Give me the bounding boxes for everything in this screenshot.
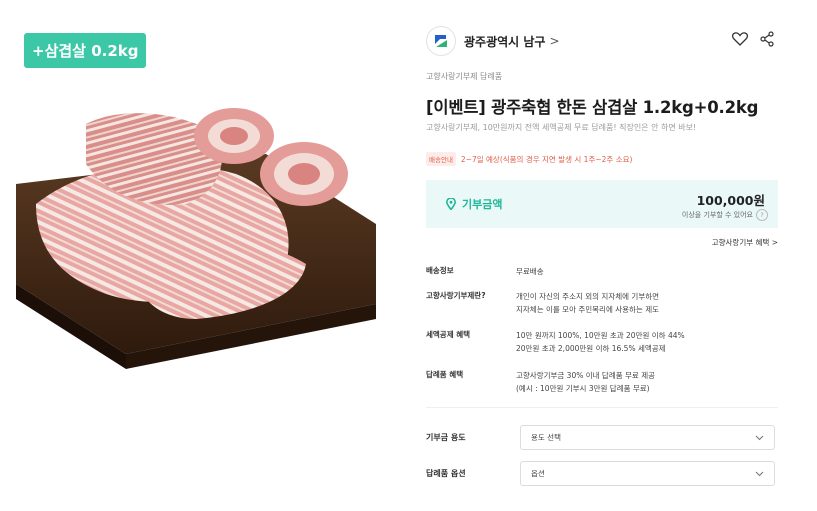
chevron-down-icon [755,471,764,476]
select-row-option: 답례품 옵션 옵션 [426,461,775,486]
info-row-definition: 고향사랑기부제란? 개인이 자신의 주소지 외의 지자체에 기부하면 지자체는 … [426,290,659,316]
info-value-line: 무료배송 [516,267,544,276]
nam-gu-logo-icon [435,35,447,47]
info-value-line: (예시 : 10만원 기부시 3만원 답례품 무료) [516,384,650,393]
info-label: 답례품 혜택 [426,370,464,379]
product-title: [이벤트] 광주축협 한돈 삼겹살 1.2kg+0.2kg [426,98,759,117]
shipping-note: 배송안내 2~7일 예상(식품의 경우 지연 발생 시 1주~2주 소요) [426,152,632,166]
select-label: 답례품 옵션 [426,469,466,478]
info-value-line: 20만원 초과 2,000만원 이하 16.5% 세액공제 [516,344,666,353]
product-badge: +삼겹살 0.2kg [24,33,147,68]
info-row-tax: 세액공제 혜택 10만 원까지 100%, 10만원 초과 20만원 이하 44… [426,329,685,355]
info-value-line: 고향사랑기부금 30% 이내 답례품 무료 제공 [516,371,655,380]
info-value-line: 개인이 자신의 주소지 외의 지자체에 기부하면 [516,292,660,301]
info-label: 배송정보 [426,266,454,275]
header-actions [731,30,776,48]
pork-belly-image [16,108,376,369]
usage-select[interactable]: 용도 선택 [520,425,775,450]
info-row-gift: 답례품 혜택 고향사랑기부금 30% 이내 답례품 무료 제공 (예시 : 10… [426,369,655,395]
product-details: 광주광역시 남구 > 고향사랑기부제 답례품 [이벤트] 광주축협 한돈 삼겹살… [426,0,778,511]
info-value: 고향사랑기부금 30% 이내 답례품 무료 제공 (예시 : 10만원 기부시 … [516,369,655,395]
heart-icon[interactable] [731,30,749,48]
info-row-shipping: 배송정보 무료배송 [426,265,544,278]
donation-box: 기부금액 100,000원 이상을 기부할 수 있어요 ? [426,180,778,228]
info-value: 무료배송 [516,265,544,278]
share-icon[interactable] [758,30,776,48]
seller-link[interactable]: 광주광역시 남구 > [426,26,560,56]
info-label: 세액공제 혜택 [426,330,471,339]
chevron-down-icon [755,435,764,440]
donation-amount: 100,000원 [696,193,765,208]
benefit-link[interactable]: 고향사랑기부 혜택 > [712,237,778,248]
section-divider [426,407,778,408]
select-label: 기부금 용도 [426,433,466,442]
product-image [16,24,376,384]
seller-name: 광주광역시 남구 [464,34,546,49]
help-icon[interactable]: ? [756,209,768,221]
shipping-tag: 배송안내 [426,152,456,166]
seller-logo [426,26,456,56]
chevron-right-icon: > [549,34,560,48]
select-row-usage: 기부금 용도 용도 선택 [426,425,775,450]
donation-label-text: 기부금액 [462,198,503,211]
info-label: 고향사랑기부제란? [426,291,486,300]
info-value-line: 지자체는 이를 모아 주민복리에 사용하는 제도 [516,305,660,314]
donation-note-text: 이상을 기부할 수 있어요 [681,211,753,219]
select-value: 용도 선택 [531,433,561,442]
location-pin-icon [446,198,456,210]
info-value: 개인이 자신의 주소지 외의 지자체에 기부하면 지자체는 이를 모아 주민복리… [516,290,659,316]
select-value: 옵션 [531,469,545,478]
info-value: 10만 원까지 100%, 10만원 초과 20만원 이하 44% 20만원 초… [516,329,685,355]
donation-label: 기부금액 [446,196,502,212]
info-value-line: 10만 원까지 100%, 10만원 초과 20만원 이하 44% [516,331,685,340]
donation-note: 이상을 기부할 수 있어요 ? [682,209,768,221]
option-select[interactable]: 옵션 [520,461,775,486]
category-label: 고향사랑기부제 답례품 [426,72,503,81]
shipping-text: 2~7일 예상(식품의 경우 지연 발생 시 1주~2주 소요) [460,154,633,164]
product-subtitle: 고향사랑기부제, 10만원까지 전액 세액공제 무료 답례품! 직장인은 안 하… [426,123,697,132]
